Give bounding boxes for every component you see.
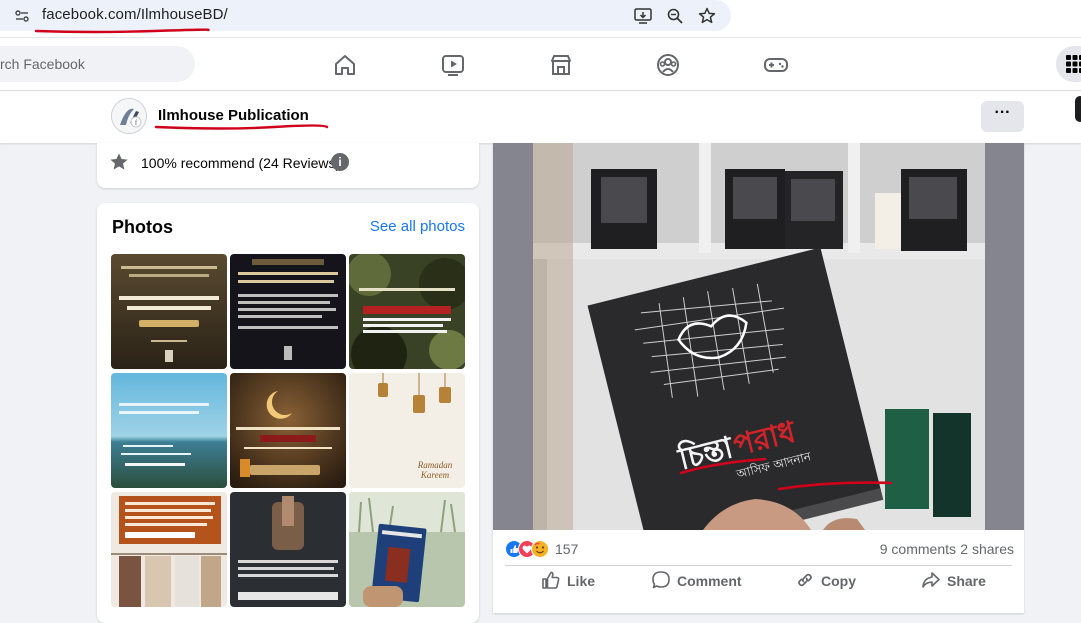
copy-button[interactable]: Copy [795, 569, 885, 593]
svg-text:Ramadan: Ramadan [417, 460, 453, 470]
grid-menu-icon [1066, 55, 1081, 73]
bookmark-star-icon[interactable] [697, 6, 717, 26]
photos-card: Photos See all photos Ramadan Kareem [97, 203, 479, 623]
post-image[interactable]: চিন্তা পরাধ আসিফ আদনান [493, 143, 1024, 530]
reaction-icons[interactable] [505, 539, 549, 559]
photo-thumbnail[interactable] [111, 373, 227, 488]
svg-text:Kareem: Kareem [420, 470, 450, 480]
photo-thumbnail[interactable] [230, 373, 346, 488]
groups-icon[interactable] [655, 52, 681, 78]
site-info-icon[interactable] [14, 8, 30, 24]
copy-label: Copy [821, 573, 856, 589]
photos-heading: Photos [112, 217, 173, 237]
shares-count[interactable]: 2 shares [960, 541, 1014, 557]
url-text[interactable]: facebook.com/IlmhouseBD/ [42, 6, 228, 23]
comment-label: Comment [677, 573, 742, 589]
share-icon [922, 572, 940, 588]
comment-icon [652, 571, 670, 589]
page-name-annotation-underline [154, 124, 329, 130]
link-icon [798, 573, 812, 587]
star-icon [110, 153, 128, 170]
more-options-button[interactable]: ··· [981, 101, 1024, 132]
url-annotation-underline [34, 28, 210, 34]
comment-button[interactable]: Comment [651, 569, 761, 593]
page-avatar[interactable]: f [111, 98, 147, 134]
photo-thumbnail[interactable] [349, 492, 465, 607]
watch-icon[interactable] [440, 52, 466, 78]
see-all-photos-link[interactable]: See all photos [370, 218, 465, 235]
ilmhouse-logo-icon: f [112, 99, 146, 133]
address-bar[interactable]: facebook.com/IlmhouseBD/ [0, 0, 731, 31]
search-placeholder: rch Facebook [0, 56, 85, 72]
gaming-icon[interactable] [763, 52, 789, 78]
photo-thumbnail[interactable] [111, 254, 227, 369]
facebook-top-nav: rch Facebook [0, 38, 1081, 91]
share-button[interactable]: Share [921, 569, 1011, 593]
photo-thumbnail[interactable] [111, 492, 227, 607]
comments-count[interactable]: 9 comments [880, 541, 956, 557]
home-icon[interactable] [332, 52, 358, 78]
page-header: f Ilmhouse Publication ··· [0, 91, 1081, 143]
recommendation-text[interactable]: 100% recommend (24 Reviews) [141, 155, 340, 171]
like-button[interactable]: Like [541, 569, 631, 593]
recommendation-card: 100% recommend (24 Reviews) i [97, 143, 479, 188]
search-input[interactable]: rch Facebook [0, 46, 195, 82]
reaction-count[interactable]: 157 [555, 541, 578, 557]
share-label: Share [947, 573, 986, 589]
thumbs-up-icon [542, 571, 560, 589]
reactions-summary: 157 9 comments 2 shares [505, 537, 1014, 561]
page-title[interactable]: Ilmhouse Publication [158, 107, 309, 124]
photo-thumbnail[interactable] [230, 492, 346, 607]
install-app-icon[interactable] [633, 6, 653, 26]
edge-scroll-handle [1075, 96, 1081, 122]
post-card: চিন্তা পরাধ আসিফ আদনান 157 9 comments 2 … [493, 143, 1024, 613]
photo-thumbnail[interactable]: Ramadan Kareem [349, 373, 465, 488]
photo-thumbnail[interactable] [230, 254, 346, 369]
zoom-icon[interactable] [665, 6, 685, 26]
browser-toolbar: facebook.com/IlmhouseBD/ [0, 0, 1081, 38]
like-label: Like [567, 573, 596, 589]
marketplace-icon[interactable] [548, 52, 574, 78]
info-icon[interactable]: i [331, 153, 349, 171]
book-photo-image: চিন্তা পরাধ আসিফ আদনান [493, 143, 1024, 530]
divider [505, 565, 1012, 566]
grid-menu-button[interactable] [1056, 46, 1081, 82]
photo-thumbnail[interactable] [349, 254, 465, 369]
